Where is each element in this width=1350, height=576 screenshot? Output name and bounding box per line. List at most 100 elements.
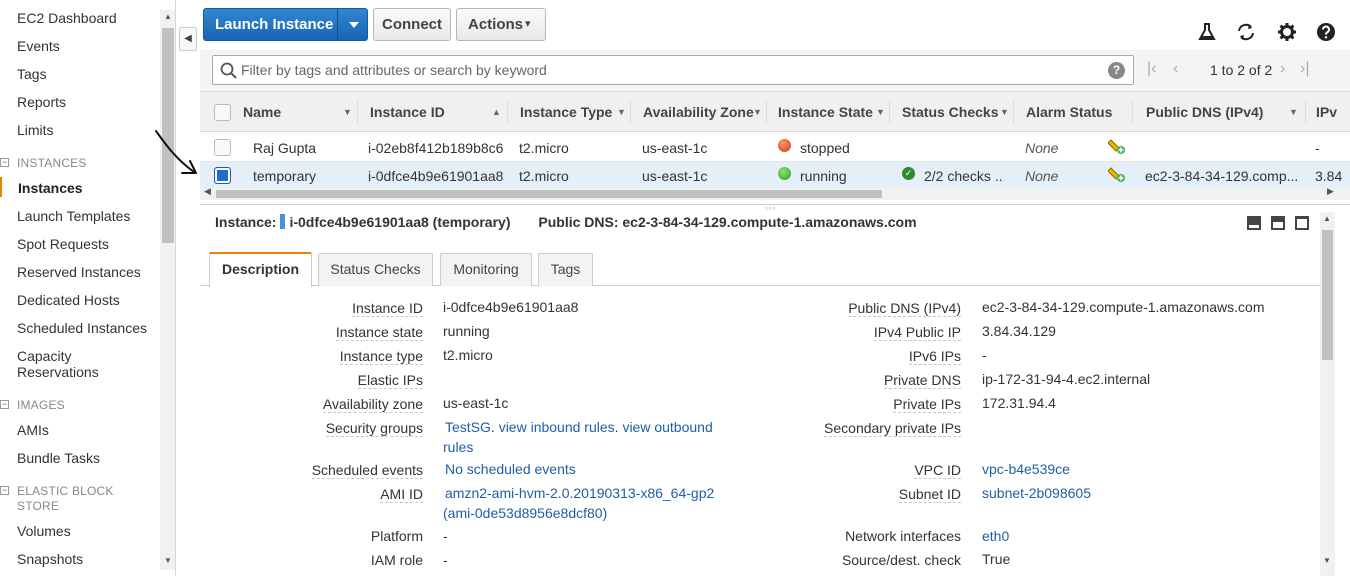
select-all-checkbox[interactable] bbox=[214, 104, 231, 121]
value-iam-role: - bbox=[443, 552, 448, 568]
checks-passed-icon: ✓ bbox=[902, 167, 915, 180]
hscroll-thumb[interactable] bbox=[216, 190, 882, 198]
link-view-outbound-rules[interactable]: view outbound bbox=[622, 419, 712, 435]
col-instance-state[interactable]: Instance State ▼ bbox=[778, 92, 890, 132]
refresh-icon[interactable] bbox=[1236, 22, 1256, 42]
value-instance-state: running bbox=[443, 323, 490, 339]
connect-button[interactable]: Connect bbox=[373, 8, 451, 41]
chevron-down-icon: ▾ bbox=[525, 18, 531, 30]
row-checkbox[interactable] bbox=[214, 139, 231, 156]
link-testsg[interactable]: TestSG bbox=[445, 419, 491, 435]
filter-input[interactable] bbox=[241, 59, 1101, 81]
filter-help-icon[interactable]: ? bbox=[1108, 62, 1125, 79]
nav-instances[interactable]: Instances bbox=[18, 180, 83, 196]
table-row[interactable]: Raj Gupta i-02eb8f412b189b8c6 t2.micro u… bbox=[200, 134, 1350, 162]
pane-bottom-icon[interactable] bbox=[1247, 216, 1261, 230]
table-horizontal-scrollbar[interactable]: ◀ ▶ bbox=[200, 186, 1350, 200]
scroll-right-icon[interactable]: ▶ bbox=[1327, 186, 1334, 197]
label-ipv6-ips: IPv6 IPs bbox=[908, 348, 961, 365]
detail-vertical-scrollbar[interactable]: ▲ ▼ bbox=[1320, 212, 1335, 576]
scroll-down-icon[interactable]: ▼ bbox=[163, 556, 173, 565]
beaker-icon[interactable] bbox=[1197, 22, 1217, 42]
link-vpc-id[interactable]: vpc-b4e539ce bbox=[982, 461, 1070, 477]
link-no-scheduled-events[interactable]: No scheduled events bbox=[445, 461, 576, 477]
pane-splitter[interactable]: ▫▫▫ bbox=[200, 204, 1350, 213]
cell-availability-zone: us-east-1c bbox=[642, 140, 708, 156]
stopped-status-icon bbox=[778, 139, 791, 152]
row-checkbox-checked[interactable] bbox=[214, 167, 231, 184]
label-subnet-id: Subnet ID bbox=[898, 486, 961, 503]
label-private-dns: Private DNS bbox=[883, 372, 961, 389]
gear-icon[interactable] bbox=[1277, 22, 1297, 42]
description-panel: Instance ID i-0dfce4b9e61901aa8 Instance… bbox=[200, 286, 1320, 576]
pane-split-icon[interactable] bbox=[1271, 216, 1285, 230]
nav-events[interactable]: Events bbox=[17, 38, 60, 54]
link-ami-id-line2[interactable]: (ami-0de53d8956e8dcf80) bbox=[443, 505, 607, 521]
collapse-images-icon[interactable]: − bbox=[0, 400, 9, 409]
cell-ipv: 3.84 bbox=[1315, 168, 1343, 184]
nav-capacity-reservations[interactable]: Capacity bbox=[17, 348, 71, 364]
search-icon bbox=[220, 62, 237, 79]
scroll-down-icon[interactable]: ▼ bbox=[1323, 556, 1331, 565]
tab-monitoring[interactable]: Monitoring bbox=[440, 253, 532, 286]
alarm-bell-icon[interactable] bbox=[1108, 165, 1126, 183]
launch-instance-button[interactable]: Launch Instance bbox=[203, 8, 368, 41]
nav-amis[interactable]: AMIs bbox=[17, 422, 49, 438]
sidebar-scrollbar[interactable]: ▲ ▼ bbox=[160, 10, 175, 570]
link-eth0[interactable]: eth0 bbox=[982, 528, 1009, 544]
prev-page-icon[interactable]: ‹ bbox=[1173, 60, 1178, 78]
collapse-sidebar-button[interactable]: ◀ bbox=[179, 27, 197, 51]
tab-status-checks[interactable]: Status Checks bbox=[318, 253, 433, 286]
nav-tags[interactable]: Tags bbox=[17, 66, 47, 82]
cell-status-checks[interactable]: 2/2 checks ... bbox=[924, 168, 1004, 184]
nav-reserved-instances[interactable]: Reserved Instances bbox=[17, 264, 141, 280]
collapse-instances-icon[interactable]: − bbox=[0, 158, 9, 167]
nav-scheduled-instances[interactable]: Scheduled Instances bbox=[17, 320, 147, 336]
vscroll-thumb[interactable] bbox=[1322, 230, 1333, 360]
col-instance-type[interactable]: Instance Type ▼ bbox=[520, 92, 631, 132]
cell-instance-type: t2.micro bbox=[519, 168, 569, 184]
nav-ec2-dashboard[interactable]: EC2 Dashboard bbox=[17, 10, 117, 26]
collapse-ebs-icon[interactable]: − bbox=[0, 486, 9, 495]
tab-tags[interactable]: Tags bbox=[538, 253, 593, 286]
value-ipv6-ips: - bbox=[982, 347, 987, 363]
nav-limits[interactable]: Limits bbox=[17, 122, 54, 138]
col-availability-zone[interactable]: Availability Zone ▼ bbox=[643, 92, 767, 132]
nav-launch-templates[interactable]: Launch Templates bbox=[17, 208, 130, 224]
nav-volumes[interactable]: Volumes bbox=[17, 523, 71, 539]
nav-capacity-reservations-line2[interactable]: Reservations bbox=[17, 364, 99, 380]
col-public-dns[interactable]: Public DNS (IPv4) ▼ bbox=[1146, 92, 1306, 132]
nav-reports[interactable]: Reports bbox=[17, 94, 66, 110]
scroll-left-icon[interactable]: ◀ bbox=[204, 186, 211, 197]
help-icon[interactable] bbox=[1316, 22, 1336, 42]
link-view-outbound-rules-cont[interactable]: rules bbox=[443, 439, 473, 455]
splitter-grip-icon[interactable]: ▫▫▫ bbox=[765, 204, 777, 213]
launch-dropdown-caret-icon[interactable] bbox=[349, 22, 359, 28]
toolbar: Launch Instance Connect Actions ▾ bbox=[200, 0, 1350, 50]
pane-maximize-icon[interactable] bbox=[1295, 216, 1309, 230]
scroll-up-icon[interactable]: ▲ bbox=[1323, 214, 1331, 223]
link-subnet-id[interactable]: subnet-2b098605 bbox=[982, 485, 1091, 501]
col-ipv[interactable]: IPv bbox=[1316, 92, 1350, 132]
link-ami-id[interactable]: amzn2-ami-hvm-2.0.20190313-x86_64-gp2 bbox=[445, 485, 714, 501]
last-page-icon[interactable]: ›| bbox=[1300, 60, 1309, 78]
col-name[interactable]: Name ▼ bbox=[243, 92, 358, 132]
first-page-icon[interactable]: |‹ bbox=[1147, 60, 1156, 78]
actions-button[interactable]: Actions ▾ bbox=[456, 8, 546, 41]
col-status-checks[interactable]: Status Checks ▼ bbox=[902, 92, 1014, 132]
col-instance-id[interactable]: Instance ID ▲ bbox=[370, 92, 508, 132]
nav-spot-requests[interactable]: Spot Requests bbox=[17, 236, 109, 252]
scroll-up-icon[interactable]: ▲ bbox=[163, 12, 173, 21]
link-view-inbound-rules[interactable]: view inbound rules bbox=[499, 419, 615, 435]
nav-dedicated-hosts[interactable]: Dedicated Hosts bbox=[17, 292, 120, 308]
search-box[interactable]: ? bbox=[212, 55, 1134, 85]
nav-snapshots[interactable]: Snapshots bbox=[17, 551, 83, 567]
alarm-bell-icon[interactable] bbox=[1108, 137, 1126, 155]
next-page-icon[interactable]: › bbox=[1280, 60, 1285, 78]
tab-description[interactable]: Description bbox=[209, 252, 312, 287]
value-ipv4-public-ip: 3.84.34.129 bbox=[982, 323, 1056, 339]
col-alarm-status[interactable]: Alarm Status bbox=[1026, 92, 1133, 132]
nav-bundle-tasks[interactable]: Bundle Tasks bbox=[17, 450, 100, 466]
instance-label: Instance: bbox=[215, 214, 277, 230]
table-row-selected[interactable]: temporary i-0dfce4b9e61901aa8 t2.micro u… bbox=[200, 162, 1350, 190]
